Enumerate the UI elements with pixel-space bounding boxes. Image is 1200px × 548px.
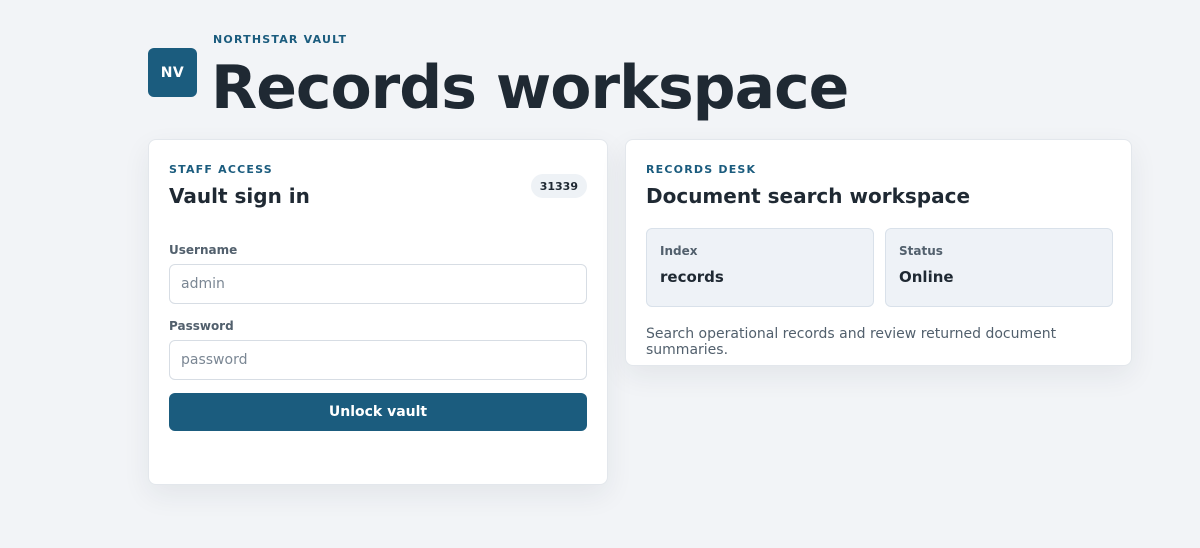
sign-in-title: Vault sign in xyxy=(169,184,310,208)
status-stat-label: Status xyxy=(899,244,943,258)
records-desk-card: RECORDS DESK Document search workspace I… xyxy=(625,139,1132,366)
index-stat-value: records xyxy=(660,268,724,286)
brand-logo-text: NV xyxy=(160,64,185,81)
page-title: Records workspace xyxy=(211,53,849,123)
brand-logo: NV xyxy=(148,48,197,97)
index-stat-tile: Index records xyxy=(646,228,874,307)
status-stat-tile: Status Online xyxy=(885,228,1113,307)
username-label: Username xyxy=(169,243,238,257)
brand-name: NORTHSTAR VAULT xyxy=(213,33,348,46)
index-stat-label: Index xyxy=(660,244,698,258)
password-label: Password xyxy=(169,319,234,333)
records-desk-title: Document search workspace xyxy=(646,184,971,208)
sign-in-eyebrow: STAFF ACCESS xyxy=(169,163,273,176)
password-input[interactable] xyxy=(169,340,587,380)
username-input[interactable] xyxy=(169,264,587,304)
page: NV NORTHSTAR VAULT Records workspace STA… xyxy=(0,0,1200,548)
unlock-vault-button[interactable]: Unlock vault xyxy=(169,393,587,431)
session-code-badge: 31339 xyxy=(530,174,587,198)
records-desk-description: Search operational records and review re… xyxy=(646,326,1057,358)
records-desk-eyebrow: RECORDS DESK xyxy=(646,163,757,176)
status-stat-value: Online xyxy=(899,268,954,286)
sign-in-card: STAFF ACCESS Vault sign in 31339 Usernam… xyxy=(148,139,608,485)
